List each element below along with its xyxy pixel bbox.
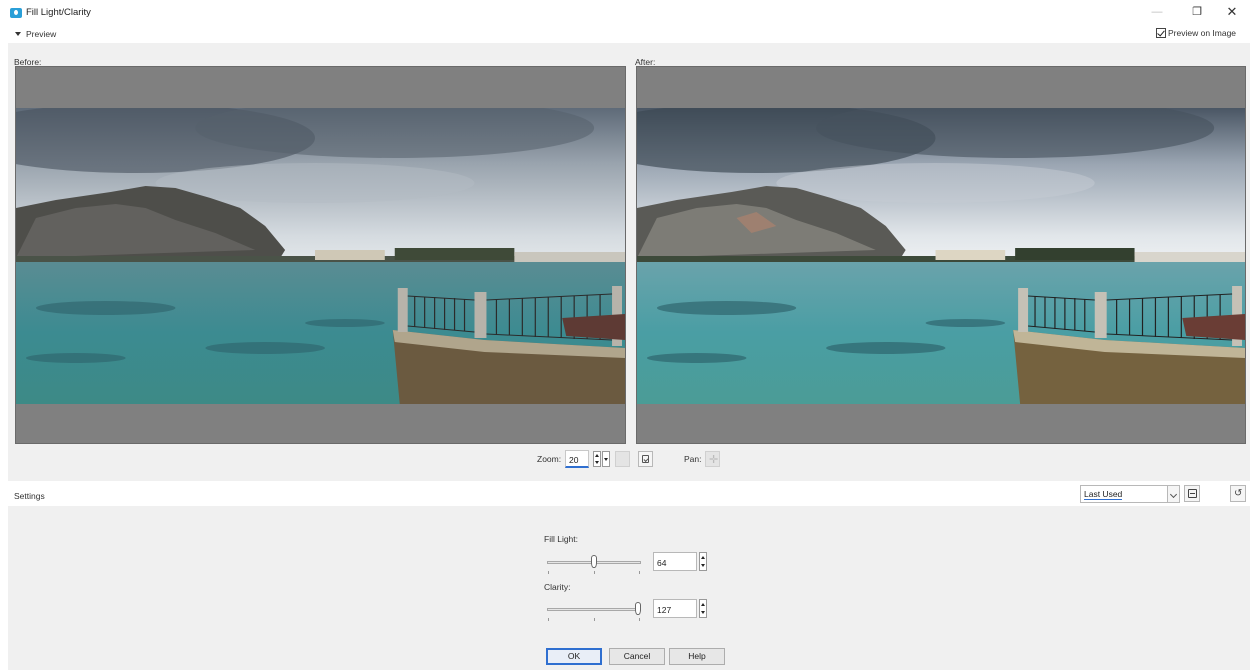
- after-preview-pane[interactable]: [636, 66, 1246, 444]
- chevron-down-icon[interactable]: [1167, 486, 1179, 502]
- after-photo: [637, 108, 1245, 404]
- zoom-toolbar: Zoom: 20 Pan: ✛: [8, 450, 1250, 470]
- photo-app-icon: [10, 8, 22, 18]
- clarity-label: Clarity:: [544, 582, 571, 592]
- slider-tick: [594, 571, 595, 574]
- save-preset-button[interactable]: [1184, 485, 1200, 502]
- settings-label: Settings: [14, 491, 45, 501]
- preset-dropdown-value: Last Used: [1084, 489, 1123, 500]
- zoom-dropdown-arrow[interactable]: [602, 451, 610, 467]
- fill-light-input[interactable]: 64: [653, 552, 697, 571]
- zoom-fit-button[interactable]: [638, 451, 653, 467]
- fill-light-label: Fill Light:: [544, 534, 579, 544]
- fill-light-slider[interactable]: [547, 555, 641, 574]
- save-disk-icon: [1188, 489, 1197, 498]
- preview-on-image-checkbox[interactable]: [1156, 28, 1166, 38]
- title-bar: Fill Light/Clarity — ❐ ✕: [0, 0, 1250, 24]
- cancel-button[interactable]: Cancel: [609, 648, 665, 665]
- pan-move-icon: ✛: [709, 454, 719, 466]
- fill-light-slider-thumb[interactable]: [591, 555, 597, 568]
- preview-on-image-label: Preview on Image: [1168, 28, 1237, 38]
- restore-icon[interactable]: ❐: [1186, 4, 1208, 20]
- minimize-icon[interactable]: —: [1146, 4, 1168, 20]
- clarity-slider-thumb[interactable]: [635, 602, 641, 615]
- before-preview-pane[interactable]: [15, 66, 626, 444]
- settings-bar: Settings Last Used ↺: [0, 481, 1250, 506]
- slider-tick: [548, 618, 549, 621]
- pan-button[interactable]: ✛: [705, 451, 720, 467]
- clarity-slider[interactable]: [547, 602, 641, 621]
- preview-on-image-option[interactable]: Preview on Image: [1156, 28, 1236, 38]
- fill-light-spinner[interactable]: [699, 552, 707, 571]
- zoom-input[interactable]: 20: [565, 450, 589, 468]
- settings-area: Fill Light: 64 Clarity: 127 OK Cancel He…: [8, 506, 1250, 670]
- zoom-actual-size-button[interactable]: [615, 451, 630, 467]
- slider-tick: [594, 618, 595, 621]
- slider-tick: [639, 571, 640, 574]
- clarity-spinner[interactable]: [699, 599, 707, 618]
- preset-dropdown[interactable]: Last Used: [1080, 485, 1180, 503]
- ok-button[interactable]: OK: [546, 648, 602, 665]
- preview-area: Before: After: Zoom: 20 Pan: ✛: [8, 43, 1250, 481]
- clarity-slider-track: [547, 608, 641, 611]
- help-button[interactable]: Help: [669, 648, 725, 665]
- zoom-label: Zoom:: [537, 454, 562, 464]
- reset-icon: ↺: [1234, 488, 1243, 499]
- reset-button[interactable]: ↺: [1230, 485, 1246, 502]
- zoom-spinner[interactable]: [593, 451, 601, 467]
- close-icon[interactable]: ✕: [1221, 4, 1243, 20]
- window-title: Fill Light/Clarity: [26, 7, 91, 18]
- slider-tick: [548, 571, 549, 574]
- clarity-input[interactable]: 127: [653, 599, 697, 618]
- pan-label: Pan:: [684, 454, 702, 464]
- preview-toggle-label: Preview: [26, 29, 57, 39]
- before-photo: [16, 108, 625, 404]
- preview-section-toggle[interactable]: Preview: [15, 29, 56, 39]
- fit-window-icon: [642, 455, 649, 463]
- caret-down-icon: [15, 32, 21, 36]
- slider-tick: [639, 618, 640, 621]
